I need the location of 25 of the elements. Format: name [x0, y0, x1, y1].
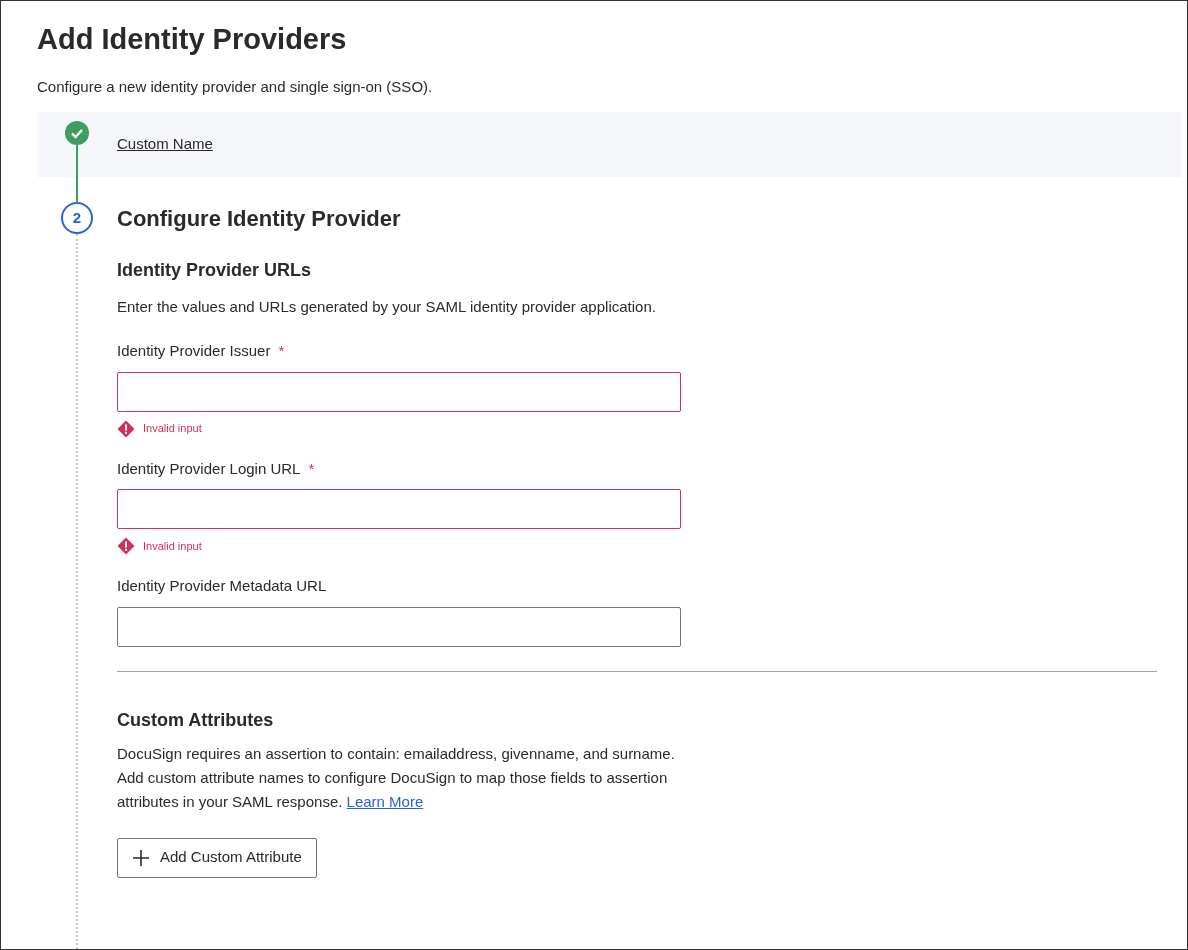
plus-icon	[132, 848, 150, 867]
field-label: Identity Provider Issuer	[117, 341, 271, 361]
section-description: DocuSign requires an assertion to contain: emailaddress, givenname, and surname. Add custom attribute names to configure DocuSign to map those fields to assertion attributes in your SAML response. Learn More	[117, 743, 676, 812]
section-heading: Custom Attributes	[117, 708, 275, 732]
required-mark: *	[308, 458, 315, 479]
page-title: Add Identity Providers	[37, 22, 348, 57]
step-connector	[76, 145, 78, 203]
error-icon	[117, 537, 135, 555]
error-message: Invalid input	[143, 421, 202, 437]
step-link[interactable]: Custom Name	[117, 133, 213, 156]
field-label: Identity Provider Metadata URL	[117, 576, 327, 596]
error-message: Invalid input	[143, 538, 202, 554]
learn-more-link[interactable]: Learn More	[346, 792, 424, 810]
step-number: 2	[61, 202, 93, 234]
input-field[interactable]	[117, 489, 681, 529]
section-description: Enter the values and URLs generated by your SAML identity provider application.	[117, 297, 657, 317]
page-subtitle: Configure a new identity provider and single sign-on (SSO).	[37, 77, 434, 97]
error-icon	[117, 419, 135, 438]
step-title: Configure Identity Provider	[117, 205, 402, 233]
add-attribute-button[interactable]: Add Custom Attribute	[117, 837, 317, 878]
field-label: Identity Provider Login URL	[117, 458, 301, 479]
input-field[interactable]	[117, 606, 681, 647]
required-mark: *	[278, 341, 285, 361]
input-field[interactable]	[117, 371, 681, 412]
section-heading: Identity Provider URLs	[117, 259, 313, 282]
